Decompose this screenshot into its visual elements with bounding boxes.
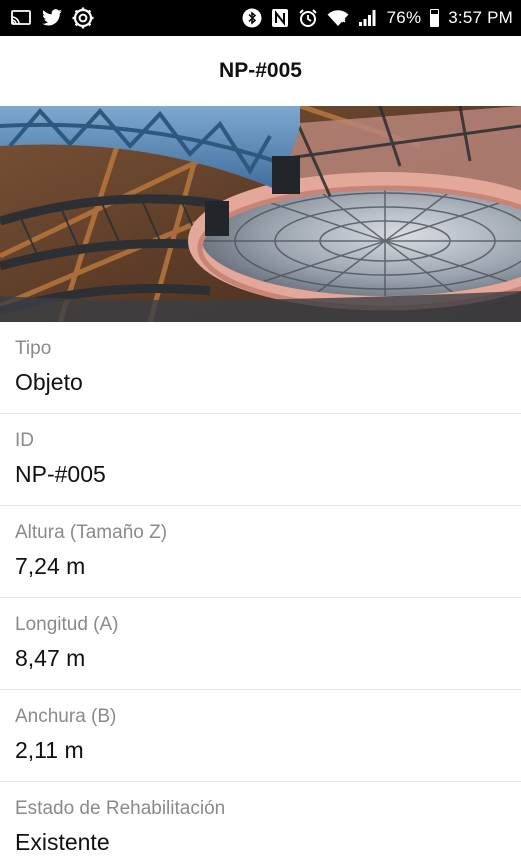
field-tipo: Tipo Objeto [0,322,521,414]
field-label: Estado de Rehabilitación [15,798,226,819]
alarm-icon [298,8,318,28]
hero-image [0,106,521,322]
app-header: NP-#005 [0,36,521,106]
field-value: Existente [15,829,110,855]
field-value: 2,11 m [15,737,84,763]
field-anchura: Anchura (B) 2,11 m [0,690,521,782]
field-label: Tipo [15,338,52,359]
bluetooth-icon [242,8,262,28]
battery-icon [430,9,440,27]
status-bar: 76% 3:57 PM [0,0,521,36]
wifi-icon [327,9,349,27]
field-label: Longitud (A) [15,614,119,635]
page-title: NP-#005 [219,59,302,82]
field-value: 8,47 m [15,645,86,671]
battery-percent: 76% [386,8,422,27]
field-label: Altura (Tamaño Z) [15,522,168,543]
field-label: Anchura (B) [15,706,117,727]
status-bar-left [10,7,94,29]
cast-icon [10,9,32,27]
field-label: ID [15,430,34,451]
field-altura: Altura (Tamaño Z) 7,24 m [0,506,521,598]
field-id: ID NP-#005 [0,414,521,506]
twitter-icon [41,9,63,27]
settings-gear-icon [72,7,94,29]
field-estado-rehabilitacion: Estado de Rehabilitación Existente [0,782,521,866]
field-value: 7,24 m [15,553,86,579]
status-bar-right: 76% 3:57 PM [242,8,513,28]
nfc-icon [271,8,289,28]
field-value: NP-#005 [15,461,106,487]
signal-icon [358,9,378,27]
field-longitud: Longitud (A) 8,47 m [0,598,521,690]
field-value: Objeto [15,369,83,395]
status-time: 3:57 PM [448,8,513,27]
dome-structure-photo [0,106,521,322]
details-list: Tipo Objeto ID NP-#005 Altura (Tamaño Z)… [0,322,521,866]
